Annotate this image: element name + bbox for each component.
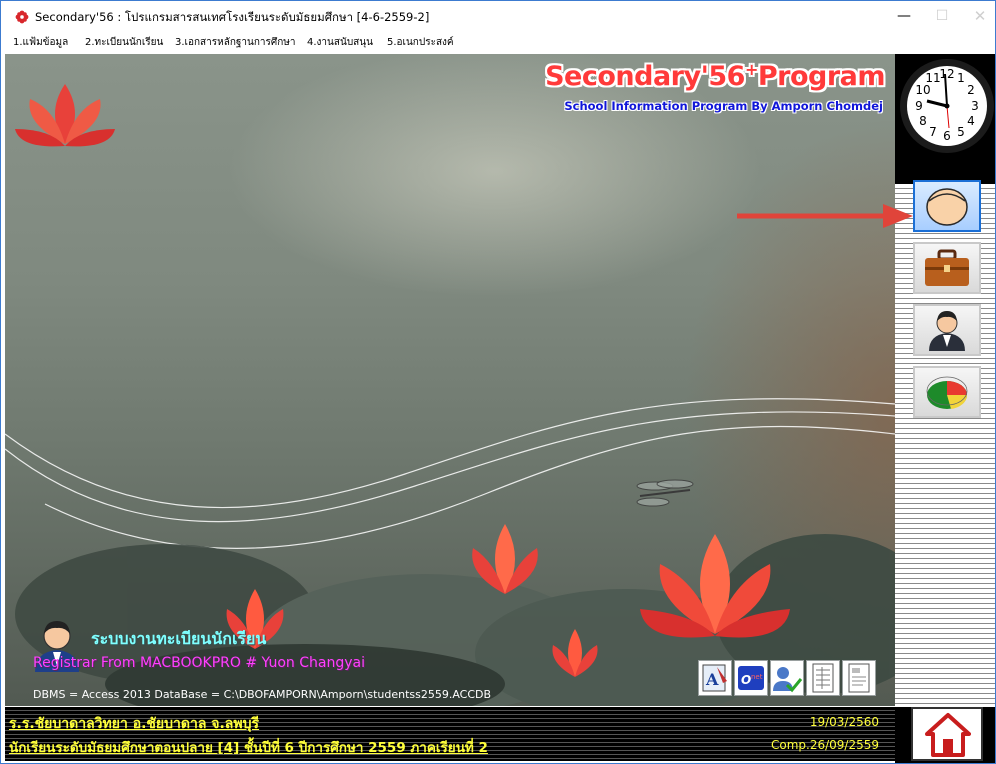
briefcase-icon	[925, 249, 969, 286]
pie-chart-button[interactable]	[913, 366, 981, 418]
lotus-background-image	[5, 84, 895, 706]
svg-text:O: O	[741, 673, 751, 687]
banner-title-main: Secondary'56	[545, 61, 745, 92]
main-canvas: Secondary'56+Program School Information …	[5, 54, 895, 706]
analog-clock: 12 12 345 678 91011	[900, 59, 994, 153]
user-check-icon[interactable]	[770, 660, 804, 696]
briefcase-button[interactable]	[913, 242, 981, 294]
module-title: ระบบงานทะเบียนนักเรียน	[91, 629, 267, 648]
student-face-icon	[926, 188, 968, 226]
svg-text:5: 5	[957, 125, 965, 139]
svg-text:1: 1	[957, 71, 965, 85]
school-name: ร.ร.ชัยบาดาลวิทยา อ.ชัยบาดาล จ.ลพบุรี	[9, 716, 260, 732]
svg-text:net: net	[751, 673, 763, 681]
banner-title-suffix: Program	[757, 61, 886, 92]
svg-text:8: 8	[919, 114, 927, 128]
red-arrow-annotation	[737, 204, 913, 228]
svg-text:7: 7	[929, 125, 937, 139]
menu-misc[interactable]: 5.อเนกประสงค์	[387, 35, 454, 50]
home-icon	[925, 713, 971, 757]
svg-text:9: 9	[915, 99, 923, 113]
status-bar: ร.ร.ชัยบาดาลวิทยา อ.ชัยบาดาล จ.ลพบุรี นั…	[5, 707, 895, 761]
teacher-button[interactable]	[913, 304, 981, 356]
report-sheet-icon[interactable]	[842, 660, 876, 696]
svg-text:11: 11	[925, 71, 940, 85]
menu-file[interactable]: 1.แฟ้มข้อมูล	[13, 35, 68, 50]
red-flower-icon	[15, 10, 29, 24]
svg-text:3: 3	[971, 99, 979, 113]
window-title: Secondary'56 : โปรแกรมสารสนเทศโรงเรียนระ…	[35, 10, 430, 24]
banner-subtitle: School Information Program By Amporn Cho…	[564, 99, 883, 113]
svg-text:2: 2	[967, 83, 975, 97]
home-button[interactable]	[911, 707, 983, 761]
form-sheet-icon[interactable]	[806, 660, 840, 696]
title-bar: Secondary'56 : โปรแกรมสารสนเทศโรงเรียนระ…	[1, 1, 995, 31]
menu-support[interactable]: 4.งานสนับสนุน	[307, 35, 373, 50]
banner-title-sup: +	[744, 60, 758, 79]
word-document-icon[interactable]: A	[698, 660, 732, 696]
teacher-icon	[929, 311, 965, 351]
right-button-panel: 12 1 2 345 678 9 10 11	[895, 54, 995, 706]
svg-text:A: A	[705, 670, 719, 689]
class-info: นักเรียนระดับมัธยมศึกษาตอนปลาย [4] ชั้นป…	[9, 740, 488, 756]
close-button[interactable]: ✕	[957, 1, 995, 31]
menu-education-documents[interactable]: 3.เอกสารหลักฐานการศึกษา	[175, 35, 296, 50]
app-window: Secondary'56 : โปรแกรมสารสนเทศโรงเรียนระ…	[0, 0, 996, 764]
current-date: 19/03/2560	[809, 715, 879, 729]
svg-text:6: 6	[943, 129, 951, 143]
student-face-button[interactable]	[913, 180, 981, 232]
svg-text:12: 12	[939, 67, 954, 81]
database-path: DBMS = Access 2013 DataBase = C:\DBOFAMP…	[33, 688, 492, 701]
menu-student-registry[interactable]: 2.ทะเบียนนักเรียน	[85, 35, 163, 50]
svg-text:4: 4	[967, 114, 975, 128]
banner-title: Secondary'56+Program	[545, 60, 885, 92]
compile-date: Comp.26/09/2559	[770, 738, 879, 752]
registrar-info: Registrar From MACBOOKPRO # Yuon Changya…	[33, 655, 365, 671]
o-net-icon[interactable]: Onet	[734, 660, 768, 696]
svg-text:10: 10	[915, 83, 930, 97]
menu-bar: 1.แฟ้มข้อมูล 2.ทะเบียนนักเรียน 3.เอกสารห…	[1, 31, 995, 53]
pie-chart-icon	[926, 376, 968, 409]
